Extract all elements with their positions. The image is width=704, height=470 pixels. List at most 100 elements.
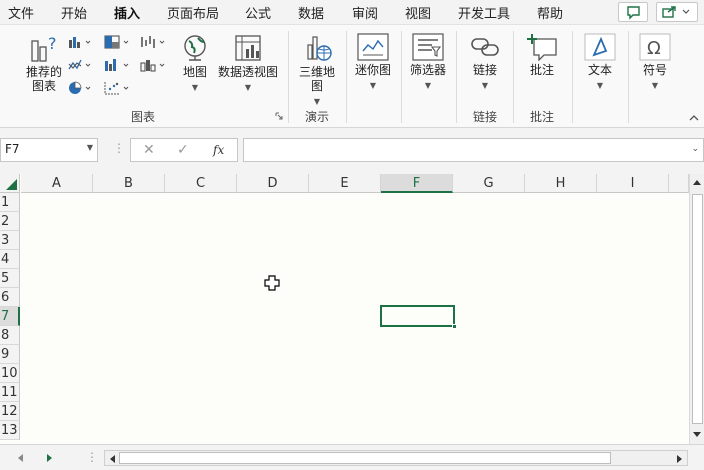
row-header-9[interactable]: 9 xyxy=(0,345,20,364)
select-all-icon xyxy=(6,179,17,190)
3d-map-button[interactable]: 三维地 图 ▼ xyxy=(295,33,339,109)
svg-text:?: ? xyxy=(48,34,57,53)
row-header-10[interactable]: 10 xyxy=(0,364,20,383)
formula-bar-grip-icon: ⋮ xyxy=(113,141,125,155)
name-box[interactable]: F7 ▼ xyxy=(0,138,98,162)
column-chart-icon[interactable] xyxy=(68,35,96,49)
recommended-charts-label: 推荐的 图表 xyxy=(25,65,62,93)
link-icon xyxy=(471,38,499,56)
sheet-scroll-left-icon[interactable] xyxy=(16,453,24,463)
tab-review[interactable]: 审阅 xyxy=(352,3,378,22)
row-header-8[interactable]: 8 xyxy=(0,326,20,345)
scroll-left-icon[interactable] xyxy=(108,454,116,464)
column-header-b[interactable]: B xyxy=(93,174,165,193)
statistic-chart-icon[interactable] xyxy=(104,58,134,72)
row-header-12[interactable]: 12 xyxy=(0,402,20,421)
column-header-i[interactable]: I xyxy=(597,174,669,193)
horizontal-scroll-thumb[interactable] xyxy=(119,452,611,464)
tours-group-label: 演示 xyxy=(304,110,329,124)
vertical-scroll-thumb[interactable] xyxy=(692,194,703,424)
fill-handle[interactable] xyxy=(452,324,457,329)
scroll-up-icon[interactable] xyxy=(692,178,702,186)
enter-icon[interactable]: ✓ xyxy=(177,142,189,158)
column-header-d[interactable]: D xyxy=(237,174,309,193)
text-button[interactable]: 文本 ▼ xyxy=(578,33,622,93)
tab-developer[interactable]: 开发工具 xyxy=(458,3,510,22)
line-chart-icon[interactable] xyxy=(68,58,96,72)
hierarchy-chart-icon[interactable] xyxy=(104,35,134,49)
filters-button[interactable]: 筛选器 ▼ xyxy=(407,33,449,93)
column-header-f[interactable]: F xyxy=(381,174,453,193)
row-header-13[interactable]: 13 xyxy=(0,421,20,440)
tab-home[interactable]: 开始 xyxy=(61,3,87,22)
tab-split-grip-icon[interactable]: ⋮ xyxy=(86,450,98,464)
column-header-g[interactable]: G xyxy=(453,174,525,193)
charts-dialog-launcher-icon[interactable] xyxy=(275,112,283,120)
pivot-chart-button[interactable]: 数据透视图 ▼ xyxy=(216,33,280,95)
tab-page-layout[interactable]: 页面布局 xyxy=(167,3,219,22)
comments-button[interactable] xyxy=(618,2,648,22)
sheet-scroll-right-icon[interactable] xyxy=(46,453,54,463)
row-header-4[interactable]: 4 xyxy=(0,250,20,269)
links-group-label: 链接 xyxy=(472,110,497,124)
row-header-5[interactable]: 5 xyxy=(0,269,20,288)
pie-chart-icon[interactable] xyxy=(68,81,96,95)
column-header-h[interactable]: H xyxy=(525,174,597,193)
symbols-button[interactable]: Ω 符号 ▼ xyxy=(634,33,676,93)
formula-bar: F7 ▼ ⋮ ✕ ✓ fx ⌄ xyxy=(0,128,704,172)
collapse-ribbon-icon[interactable] xyxy=(688,113,700,123)
filters-label: 筛选器 xyxy=(409,63,446,77)
column-header-e[interactable]: E xyxy=(309,174,381,193)
filters-dropdown-icon: ▼ xyxy=(424,81,432,90)
new-comment-button[interactable]: 批注 xyxy=(520,33,564,77)
formula-input[interactable]: ⌄ xyxy=(243,138,704,162)
pivot-chart-icon xyxy=(235,35,261,61)
row-header-6[interactable]: 6 xyxy=(0,288,20,307)
ribbon-separator xyxy=(628,31,629,123)
globe-icon xyxy=(184,35,206,61)
waterfall-chart-icon[interactable] xyxy=(140,35,170,49)
sparklines-button[interactable]: 迷你图 ▼ xyxy=(352,33,394,93)
row-header-3[interactable]: 3 xyxy=(0,231,20,250)
horizontal-scrollbar[interactable] xyxy=(104,450,688,466)
scatter-chart-icon[interactable] xyxy=(104,81,134,95)
share-button[interactable] xyxy=(656,2,698,22)
active-cell-f7[interactable] xyxy=(380,305,457,329)
text-icon xyxy=(584,33,616,61)
cancel-icon[interactable]: ✕ xyxy=(143,142,155,158)
column-header-a[interactable]: A xyxy=(21,174,93,193)
scroll-down-icon[interactable] xyxy=(692,431,702,439)
pivot-chart-label: 数据透视图 xyxy=(217,65,278,79)
recommended-charts-icon: ? xyxy=(31,34,57,62)
link-dropdown-icon: ▼ xyxy=(481,81,489,90)
cell-cursor-icon xyxy=(264,275,280,291)
tab-formulas[interactable]: 公式 xyxy=(245,3,271,22)
select-all-corner[interactable] xyxy=(0,174,20,193)
tab-help[interactable]: 帮助 xyxy=(537,3,563,22)
recommended-charts-button[interactable]: ? 推荐的 图表 xyxy=(22,33,66,93)
ribbon-separator xyxy=(288,31,289,123)
name-box-dropdown-icon[interactable]: ▼ xyxy=(87,143,93,152)
row-header-11[interactable]: 11 xyxy=(0,383,20,402)
column-header-c[interactable]: C xyxy=(165,174,237,193)
3d-map-dropdown-icon: ▼ xyxy=(313,97,321,106)
maps-button[interactable]: 地图 ▼ xyxy=(178,33,212,95)
vertical-scrollbar[interactable] xyxy=(689,174,704,444)
column-header-partial[interactable] xyxy=(669,174,689,193)
tab-view[interactable]: 视图 xyxy=(405,3,431,22)
maps-dropdown-icon: ▼ xyxy=(191,83,199,92)
tab-insert[interactable]: 插入 xyxy=(114,3,141,27)
worksheet-grid[interactable]: A B C D E F G H I 1 2 3 4 5 6 7 8 9 10 1… xyxy=(0,174,704,444)
scroll-right-icon[interactable] xyxy=(676,454,684,464)
ribbon-separator xyxy=(346,31,347,123)
tab-file[interactable]: 文件 xyxy=(8,3,34,22)
combo-chart-icon[interactable] xyxy=(140,58,170,72)
row-header-1[interactable]: 1 xyxy=(0,193,20,212)
row-header-2[interactable]: 2 xyxy=(0,212,20,231)
charts-group-label: 图表 xyxy=(130,110,155,124)
link-button[interactable]: 链接 ▼ xyxy=(464,33,506,93)
insert-function-icon[interactable]: fx xyxy=(213,143,224,157)
tab-data[interactable]: 数据 xyxy=(298,3,324,22)
row-header-7[interactable]: 7 xyxy=(0,307,20,326)
expand-formula-bar-icon[interactable]: ⌄ xyxy=(691,144,699,154)
